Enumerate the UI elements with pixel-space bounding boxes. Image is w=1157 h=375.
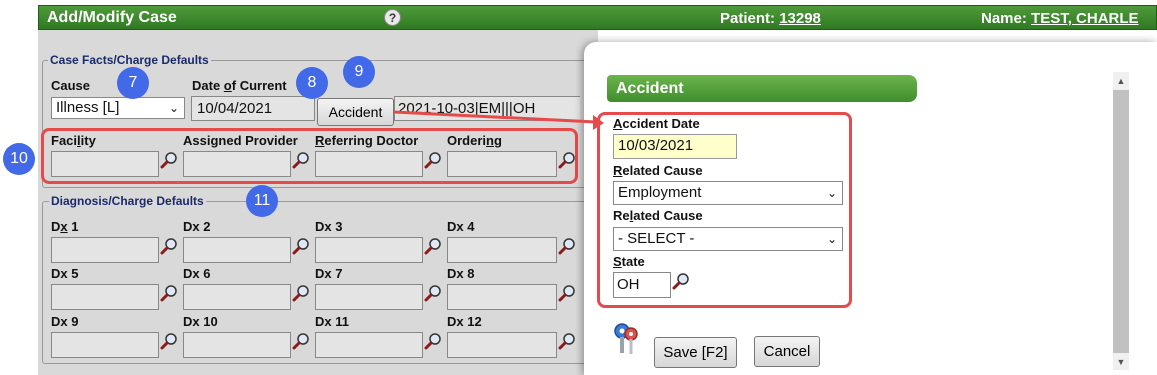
patient-name-link[interactable]: TEST, CHARLE [1031,10,1139,27]
magnifier-icon[interactable] [558,237,576,255]
callout-8: 8 [296,67,328,99]
dx12-field[interactable] [447,332,557,358]
magnifier-icon[interactable] [424,284,442,302]
magnifier-icon[interactable] [160,237,178,255]
name-info: Name: TEST, CHARLE [981,10,1139,27]
page-title: Add/Modify Case [47,9,177,26]
date-of-current-field[interactable]: 10/04/2021 [191,96,315,121]
dx4-field[interactable] [447,237,557,263]
dx6-label: Dx 6 [183,266,211,281]
patient-label: Patient: [720,10,776,27]
magnifier-icon[interactable] [292,284,310,302]
name-label: Name: [981,10,1027,27]
dx11-label: Dx 11 [315,314,349,329]
callout-9: 9 [343,56,375,88]
dx3-field[interactable] [315,237,423,263]
scroll-up-icon[interactable]: ▲ [1113,76,1129,86]
dx10-label: Dx 10 [183,314,218,329]
dx8-field[interactable] [447,284,557,310]
cause-select[interactable]: Illness [L] ⌄ [51,97,185,119]
dx5-field[interactable] [51,284,159,310]
date-of-current-label: Date of Current [192,78,287,93]
case-facts-legend: Case Facts/Charge Defaults [48,53,211,67]
accident-panel-title: Accident [607,75,917,102]
patient-id-link[interactable]: 13298 [779,10,821,27]
highlight-provider-row [41,128,578,184]
callout-arrow [393,110,604,130]
magnifier-icon[interactable] [160,284,178,302]
chevron-down-icon: ⌄ [168,101,179,115]
magnifier-icon[interactable] [558,284,576,302]
callout-11: 11 [246,185,278,217]
accident-button[interactable]: Accident [317,98,394,126]
dx1-label: Dx 1 [51,219,79,234]
dx1-field[interactable] [51,237,159,263]
keys-icon [614,323,638,354]
scrollbar-thumb[interactable] [1113,90,1129,353]
dx7-label: Dx 7 [315,266,343,281]
date-of-current-value: 10/04/2021 [197,100,273,117]
cause-label: Cause [51,78,91,93]
callout-7: 7 [117,67,149,99]
dx5-label: Dx 5 [51,266,79,281]
dx12-label: Dx 12 [447,314,482,329]
magnifier-icon[interactable] [424,237,442,255]
magnifier-icon[interactable] [558,332,576,350]
help-icon[interactable]: ? [384,9,401,26]
dx11-field[interactable] [315,332,423,358]
magnifier-icon[interactable] [160,332,178,350]
diagnosis-legend: Diagnosis/Charge Defaults [49,194,206,208]
magnifier-icon[interactable] [292,237,310,255]
dx9-field[interactable] [51,332,159,358]
header-bar: Add/Modify Case ? Patient: 13298 Name: T… [38,5,1157,30]
save-button[interactable]: Save [F2] [654,337,737,368]
patient-info: Patient: 13298 [720,10,821,27]
cancel-button[interactable]: Cancel [754,336,820,367]
highlight-accident-fields [597,112,852,308]
dx10-field[interactable] [183,332,291,358]
dx7-field[interactable] [315,284,423,310]
dx3-label: Dx 3 [315,219,343,234]
dx4-label: Dx 4 [447,219,475,234]
dx8-label: Dx 8 [447,266,475,281]
magnifier-icon[interactable] [292,332,310,350]
magnifier-icon[interactable] [424,332,442,350]
scroll-down-icon[interactable]: ▼ [1113,357,1129,367]
dx6-field[interactable] [183,284,291,310]
dx9-label: Dx 9 [51,314,79,329]
dx2-field[interactable] [183,237,291,263]
dx2-label: Dx 2 [183,219,211,234]
cause-value: Illness [L] [56,99,120,116]
callout-10: 10 [3,143,35,175]
